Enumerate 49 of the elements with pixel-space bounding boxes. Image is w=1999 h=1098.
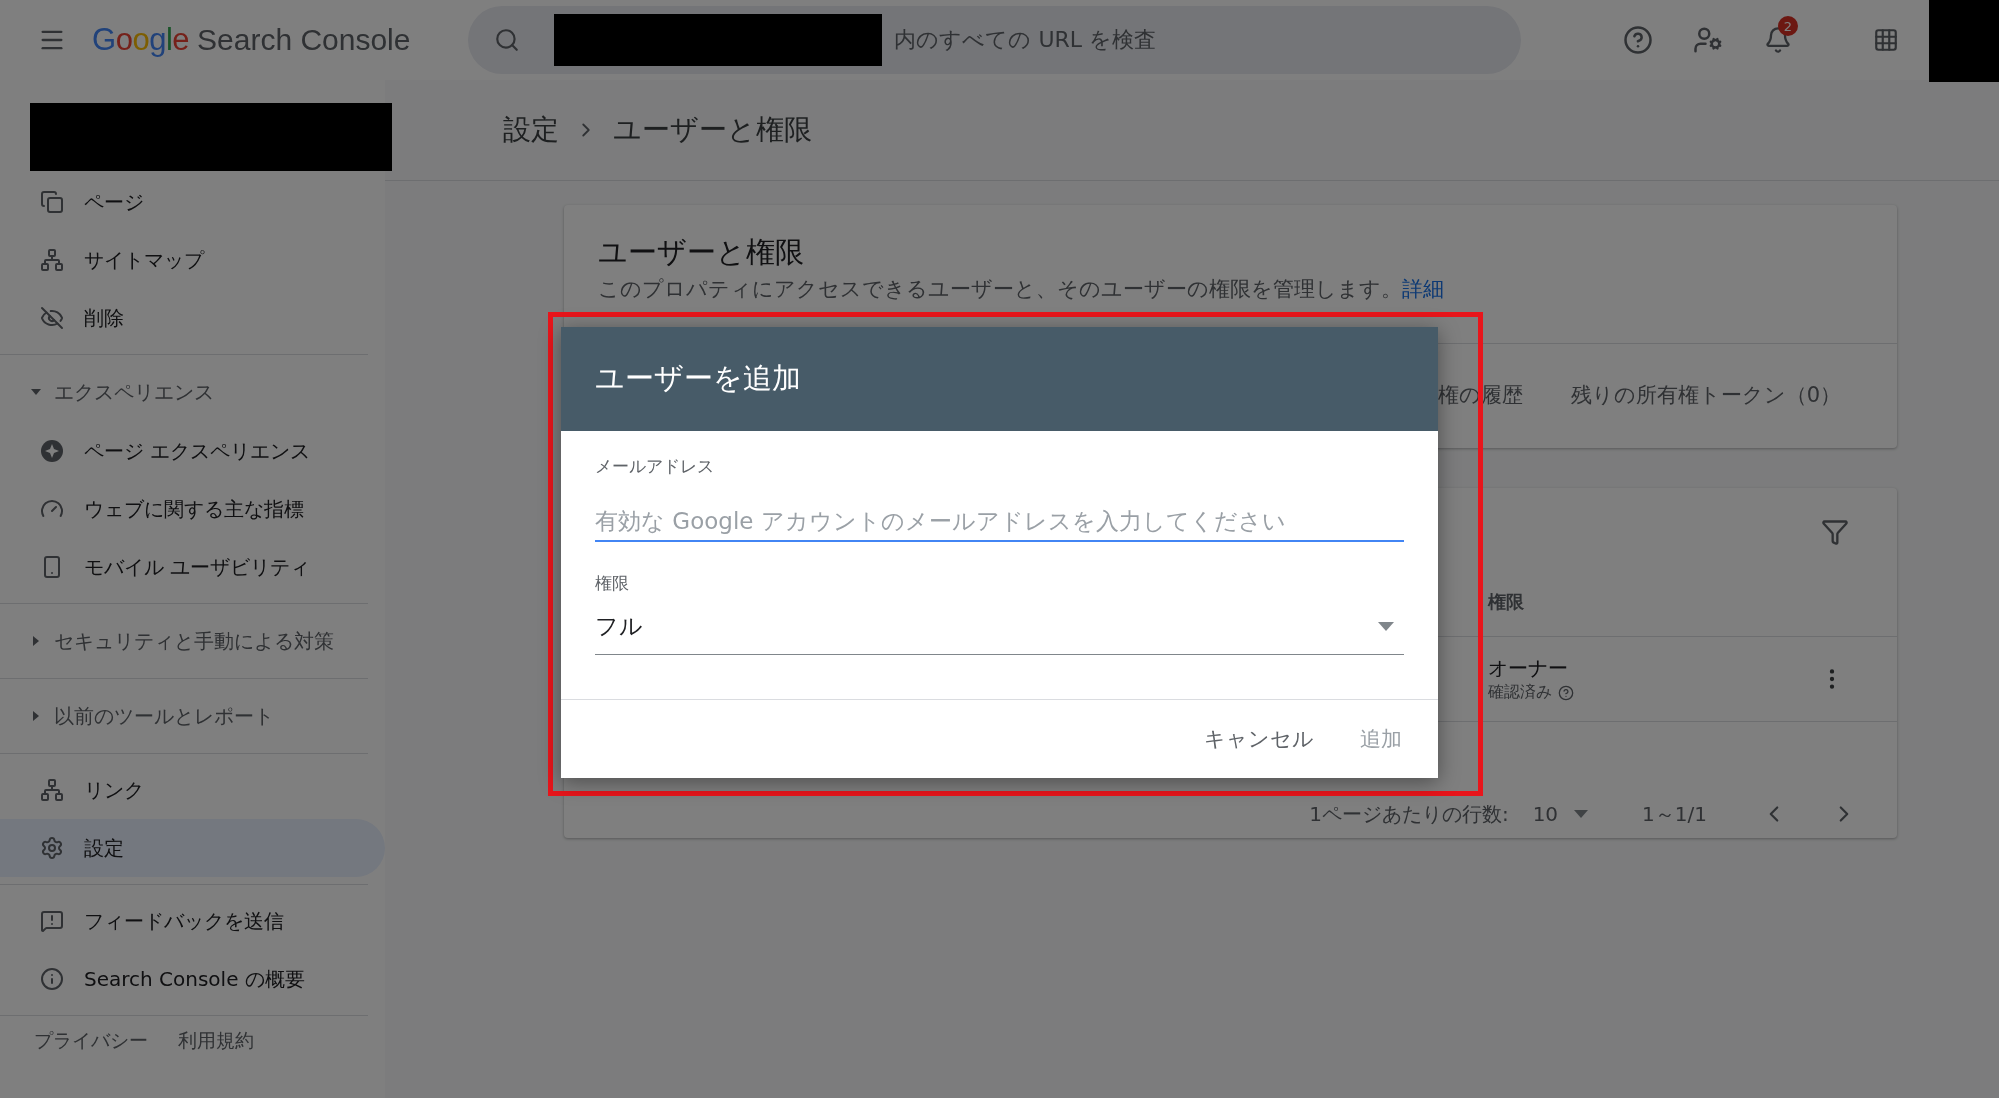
- nav-icon: [40, 909, 64, 933]
- field-label: メールアドレス: [595, 455, 715, 478]
- nav-item[interactable]: サイトマップ: [0, 231, 385, 289]
- field-label: 権限: [595, 572, 630, 595]
- nav-icon: [40, 248, 64, 272]
- footer-link[interactable]: 利用規約: [178, 1028, 254, 1054]
- help-icon[interactable]: [1623, 25, 1653, 55]
- tab[interactable]: 残りの所有権トークン（0）: [1570, 372, 1841, 420]
- nav-item[interactable]: Search Console の概要: [0, 950, 385, 1008]
- section-header[interactable]: エクスペリエンス: [0, 362, 368, 422]
- nav-icon: [40, 967, 64, 991]
- logo: Google Search Console: [92, 22, 411, 58]
- rows-per-page-label: 1ページあたりの行数:: [1309, 800, 1509, 828]
- user-settings-icon[interactable]: [1693, 25, 1723, 55]
- nav-icon: [40, 836, 64, 860]
- search-field[interactable]: 内のすべての URL を検査: [468, 6, 1522, 74]
- dialog-title: ユーザーを追加: [561, 327, 1438, 431]
- nav-item[interactable]: 設定: [0, 819, 385, 877]
- caret-icon: [1378, 621, 1394, 632]
- filter-icon[interactable]: [1821, 518, 1849, 546]
- apps-icon[interactable]: [1873, 27, 1899, 53]
- nav-item[interactable]: ウェブに関する主な指標: [0, 480, 385, 538]
- caret-icon: [1574, 809, 1589, 819]
- nav-item[interactable]: ページ エクスペリエンス: [0, 422, 385, 480]
- star-circle-icon: [40, 439, 64, 463]
- search-icon: [494, 27, 521, 53]
- nav-item[interactable]: モバイル ユーザビリティ: [0, 538, 385, 596]
- details-link[interactable]: 詳細: [1402, 277, 1444, 301]
- footer-link[interactable]: プライバシー: [34, 1028, 148, 1054]
- nav-item[interactable]: ページ: [0, 173, 385, 231]
- card-title: ユーザーと権限: [597, 234, 805, 271]
- dialog-button[interactable]: キャンセル: [1204, 719, 1314, 759]
- breadcrumb-item[interactable]: 設定: [503, 111, 559, 149]
- rows-per-page-select[interactable]: 10: [1532, 802, 1589, 826]
- nav-item[interactable]: 削除: [0, 289, 385, 347]
- role-text: オーナー: [1488, 655, 1569, 682]
- nav-item[interactable]: フィードバックを送信: [0, 892, 385, 950]
- help-icon[interactable]: [1558, 684, 1574, 701]
- section-header[interactable]: セキュリティと手動による対策: [0, 611, 368, 671]
- nav-item[interactable]: リンク: [0, 761, 385, 819]
- status-text: 確認済み: [1488, 682, 1552, 703]
- notification-badge: 2: [1778, 16, 1798, 36]
- page-range: 1～1/1: [1642, 800, 1707, 828]
- section-header[interactable]: 以前のツールとレポート: [0, 686, 368, 746]
- permission-select[interactable]: フル: [595, 605, 1404, 655]
- nav-icon: [40, 190, 64, 214]
- breadcrumb-item: ユーザーと権限: [613, 112, 812, 148]
- nav-icon: [40, 778, 64, 802]
- nav-icon: [40, 306, 64, 330]
